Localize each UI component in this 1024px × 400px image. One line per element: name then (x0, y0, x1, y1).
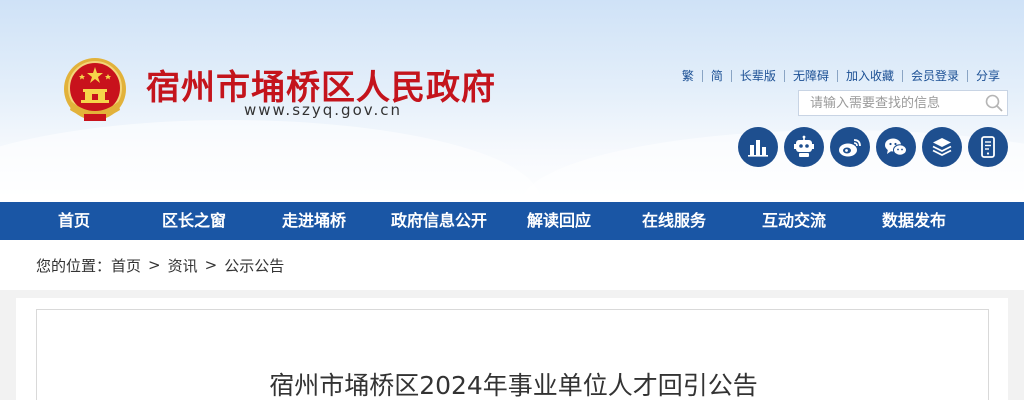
search-button[interactable] (980, 91, 1007, 115)
share-link[interactable]: 分享 (976, 67, 1000, 84)
layers-icon (932, 138, 952, 157)
elderly-mode-link[interactable]: 长辈版 (740, 67, 776, 84)
nav-item-gov-info-disclosure[interactable]: 政府信息公开 (374, 202, 504, 240)
smart-assistant-button[interactable] (784, 127, 824, 167)
article-title: 宿州市埇桥区2024年事业单位人才回引公告 (269, 371, 758, 400)
link-divider (836, 69, 838, 82)
nav-item-home[interactable]: 首页 (14, 202, 134, 240)
mobile-icon (981, 136, 995, 158)
breadcrumb-home[interactable]: 首页 (111, 255, 141, 276)
header-cloud-decoration (0, 120, 540, 202)
site-domain: www.szyq.gov.cn (244, 101, 402, 119)
nav-item-online-services[interactable]: 在线服务 (614, 202, 734, 240)
search-input[interactable] (799, 91, 980, 115)
breadcrumb-news[interactable]: 资讯 (168, 255, 198, 276)
simplified-chinese-link[interactable]: 简 (711, 67, 723, 84)
link-divider (783, 69, 785, 82)
link-divider (701, 69, 703, 82)
layers-button[interactable] (922, 127, 962, 167)
breadcrumb-announcements[interactable]: 公示公告 (224, 255, 284, 276)
mobile-version-button[interactable] (968, 127, 1008, 167)
weibo-icon (839, 139, 861, 157)
statistics-button[interactable] (738, 127, 778, 167)
nav-item-about-yongqiao[interactable]: 走进埇桥 (254, 202, 374, 240)
nav-item-data-release[interactable]: 数据发布 (854, 202, 974, 240)
site-header: 宿州市埇桥区人民政府 www.szyq.gov.cn 繁 简 长辈版 无障碍 加… (0, 0, 1024, 202)
breadcrumb-separator: > (204, 256, 218, 274)
search-box (798, 90, 1008, 116)
breadcrumb-separator: > (148, 256, 161, 274)
robot-icon (794, 135, 814, 157)
wechat-button[interactable] (876, 127, 916, 167)
nav-item-mayor-window[interactable]: 区长之窗 (134, 202, 254, 240)
weibo-button[interactable] (830, 127, 870, 167)
content-area: 宿州市埇桥区2024年事业单位人才回引公告 (16, 298, 1008, 400)
link-divider (966, 69, 968, 82)
add-favorite-link[interactable]: 加入收藏 (846, 67, 894, 84)
traditional-chinese-link[interactable]: 繁 (682, 67, 694, 84)
top-links: 繁 简 长辈版 无障碍 加入收藏 会员登录 分享 (682, 67, 1000, 84)
wechat-icon (885, 138, 907, 156)
search-icon (985, 94, 1003, 112)
link-divider (730, 69, 732, 82)
breadcrumb-prefix: 您的位置： (36, 256, 112, 275)
quick-icon-bar (738, 127, 1014, 167)
nav-item-interaction[interactable]: 互动交流 (734, 202, 854, 240)
nav-item-interpretation[interactable]: 解读回应 (504, 202, 614, 240)
main-nav: 首页 区长之窗 走进埇桥 政府信息公开 解读回应 在线服务 互动交流 数据发布 (0, 202, 1024, 240)
accessibility-link[interactable]: 无障碍 (793, 67, 829, 84)
breadcrumb: 您的位置： 首页 > 资讯 > 公示公告 (0, 240, 1024, 290)
national-emblem-icon[interactable] (62, 56, 128, 124)
chart-icon (748, 140, 768, 157)
article-panel: 宿州市埇桥区2024年事业单位人才回引公告 (36, 309, 989, 400)
link-divider (901, 69, 903, 82)
member-login-link[interactable]: 会员登录 (911, 67, 959, 84)
